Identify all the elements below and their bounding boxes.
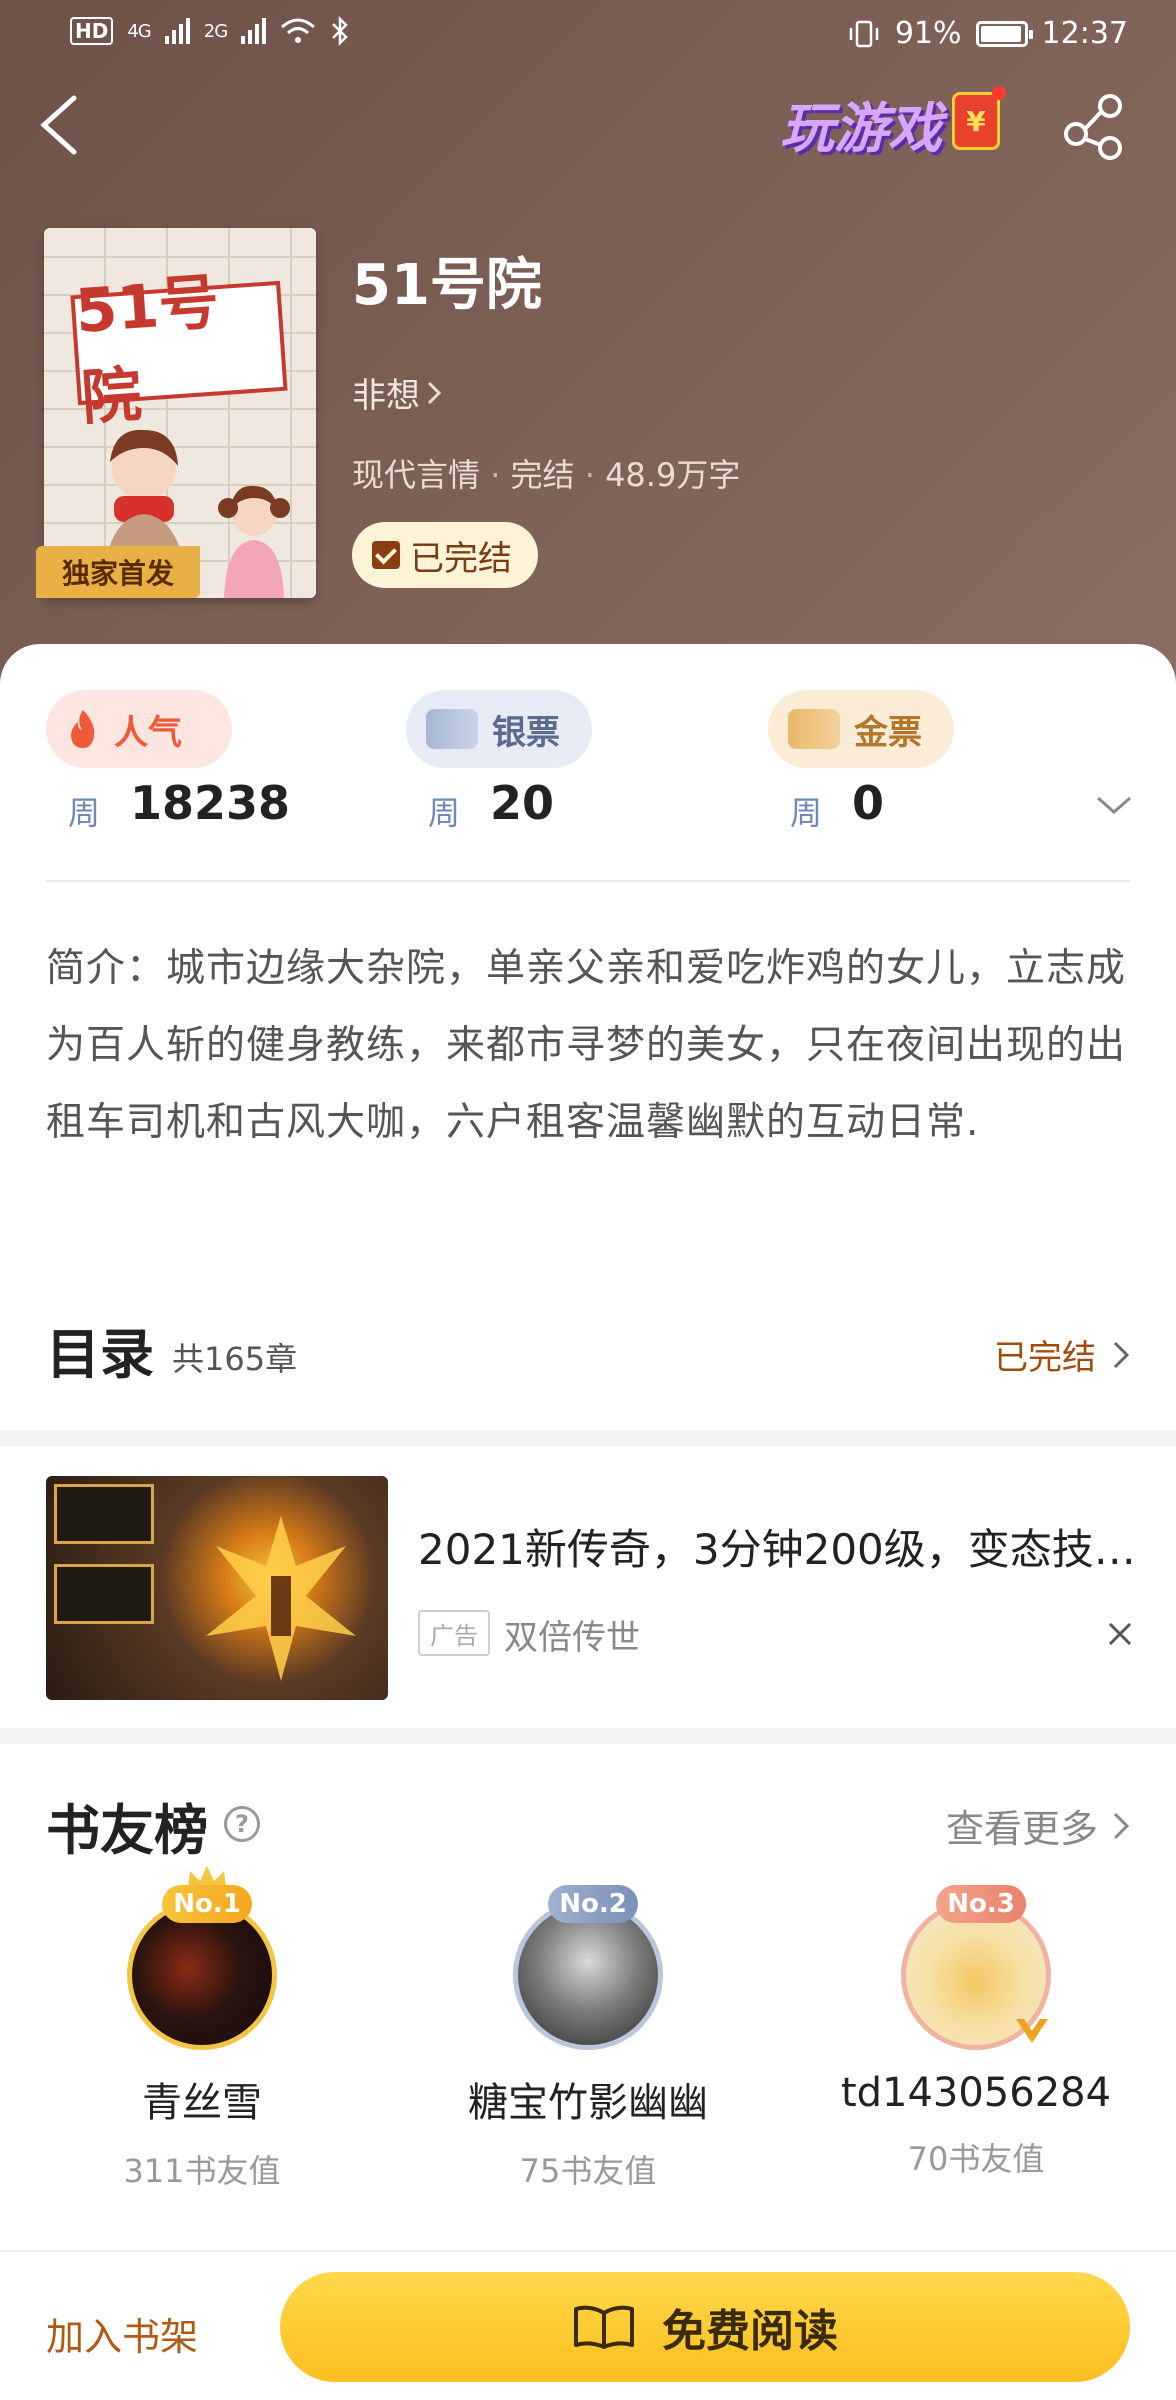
avatar: No.2 xyxy=(513,1885,663,2050)
rank-badge: No.2 xyxy=(548,1885,638,1923)
stats-row: 人气 周 18238 银票 周 20 金票 周 0 xyxy=(0,690,1176,880)
stat-value: 20 xyxy=(490,776,555,830)
free-read-button[interactable]: 免费阅读 xyxy=(280,2272,1130,2382)
vip-icon xyxy=(1016,2019,1048,2043)
ad-label: 广告 xyxy=(418,1610,490,1656)
chevron-right-icon xyxy=(1113,1341,1130,1368)
chevron-right-icon xyxy=(1113,1812,1130,1839)
word-count: 48.9万字 xyxy=(605,456,741,494)
signal-icon xyxy=(164,18,190,44)
ad-image[interactable] xyxy=(46,1476,388,1700)
wifi-icon xyxy=(281,18,316,43)
clock: 12:37 xyxy=(1041,16,1128,51)
author-link[interactable]: 非想 xyxy=(352,368,442,417)
author-name: 非想 xyxy=(352,376,420,416)
serial-status: 完结 xyxy=(510,456,575,494)
exclusive-badge: 独家首发 xyxy=(36,546,200,598)
rank-badge: No.1 xyxy=(162,1885,252,1923)
fan-name: td143056284 xyxy=(840,2070,1112,2116)
fan-rank-1[interactable]: No.1 青丝雪 311书友值 xyxy=(52,1866,352,2192)
help-icon[interactable]: ? xyxy=(224,1806,260,1842)
red-packet-icon[interactable]: ¥ xyxy=(952,86,1006,150)
toc-title: 目录 xyxy=(46,1322,154,1386)
book-cover[interactable]: 51号院 xyxy=(44,228,316,598)
gold-ticket-icon xyxy=(788,709,840,749)
back-icon[interactable] xyxy=(30,90,90,160)
cover-child-illustration xyxy=(218,485,290,598)
completed-label: 已完结 xyxy=(410,538,512,579)
genre: 现代言情 xyxy=(352,456,481,494)
fan-rank-3[interactable]: No.3 td143056284 70书友值 xyxy=(826,1885,1126,2180)
ad-source: 双倍传世 xyxy=(504,1618,640,1658)
battery-icon xyxy=(975,20,1033,47)
toc-status-label: 已完结 xyxy=(994,1338,1096,1378)
ad-title[interactable]: 2021新传奇，3分钟200级，变态技… xyxy=(418,1516,1148,1577)
rank-badge: No.3 xyxy=(936,1885,1026,1923)
fan-name: 青丝雪 xyxy=(142,2080,262,2126)
stat-value: 18238 xyxy=(130,776,291,830)
section-separator xyxy=(0,1430,1176,1446)
toc-link[interactable]: 已完结 xyxy=(994,1330,1130,1379)
section-separator xyxy=(0,1728,1176,1744)
status-bar: HD 4G 2G 91% 12:37 xyxy=(0,0,1176,70)
vibrate-icon xyxy=(849,20,879,47)
fan-name: 糖宝竹影幽幽 xyxy=(468,2080,708,2126)
stat-period: 周 xyxy=(428,794,461,832)
chevron-down-icon[interactable] xyxy=(1094,790,1134,820)
book-synopsis[interactable]: 简介：城市边缘大杂院，单亲父亲和爱吃炸鸡的女儿，立志成为百人斩的健身教练，来都市… xyxy=(46,930,1136,1161)
signal-icon xyxy=(241,18,267,44)
chapter-count: 共165章 xyxy=(172,1340,298,1378)
book-title: 51号院 xyxy=(352,253,542,318)
cover-title: 51号院 xyxy=(70,267,288,434)
chevron-right-icon xyxy=(427,381,442,404)
close-icon[interactable] xyxy=(1100,1614,1140,1654)
flame-icon xyxy=(71,710,95,748)
stat-label: 银票 xyxy=(492,712,560,753)
sim2-label: 2G xyxy=(203,20,228,42)
silver-ticket-icon xyxy=(426,709,478,749)
completed-badge: 已完结 xyxy=(352,522,538,588)
stat-period: 周 xyxy=(68,794,101,832)
sim1-label: 4G xyxy=(127,20,151,42)
fan-score: 75书友值 xyxy=(519,2152,657,2190)
stat-label: 金票 xyxy=(854,712,922,753)
avatar: No.3 xyxy=(901,1885,1051,2050)
play-game-label: 玩游戏 xyxy=(780,97,942,160)
bluetooth-icon xyxy=(332,16,348,46)
view-more-label: 查看更多 xyxy=(945,1807,1098,1851)
hd-icon: HD xyxy=(70,17,114,45)
battery-percent: 91% xyxy=(894,16,962,51)
book-meta: 现代言情 · 完结 · 48.9万字 xyxy=(352,456,741,494)
share-icon[interactable] xyxy=(1060,92,1130,162)
divider xyxy=(46,880,1130,882)
avatar: No.1 xyxy=(127,1866,277,2050)
stat-period: 周 xyxy=(790,794,823,832)
ad-warrior-illustration xyxy=(206,1516,356,1681)
fan-score: 70书友值 xyxy=(907,2140,1045,2178)
checkbox-icon xyxy=(372,541,400,569)
open-book-icon xyxy=(574,2305,634,2349)
fan-ranking-title: 书友榜 xyxy=(46,1798,208,1862)
fan-score: 311书友值 xyxy=(123,2152,281,2190)
stat-label: 人气 xyxy=(114,712,182,753)
view-more-link[interactable]: 查看更多 xyxy=(946,1798,1130,1853)
stat-value: 0 xyxy=(852,776,885,830)
fan-rank-2[interactable]: No.2 糖宝竹影幽幽 75书友值 xyxy=(438,1885,738,2192)
free-read-label: 免费阅读 xyxy=(662,2306,838,2357)
add-to-shelf-button[interactable]: 加入书架 xyxy=(46,2306,198,2361)
